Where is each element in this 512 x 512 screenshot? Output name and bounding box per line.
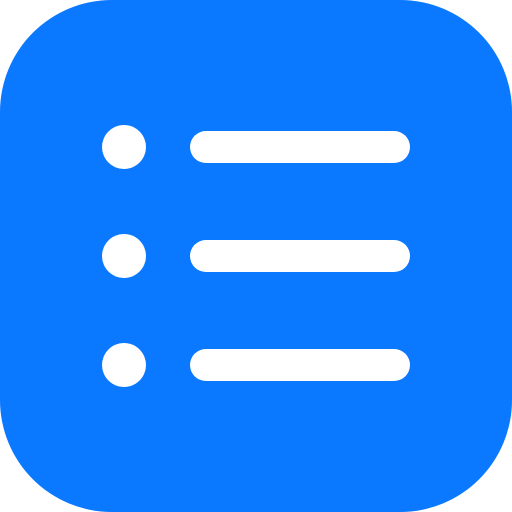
list-bullet-icon — [0, 0, 512, 512]
bullet-icon — [102, 343, 146, 387]
list-line — [190, 131, 410, 163]
list-row — [0, 125, 512, 169]
list-row — [0, 343, 512, 387]
list-line — [190, 349, 410, 381]
bullet-icon — [102, 234, 146, 278]
list-line — [190, 240, 410, 272]
bullet-icon — [102, 125, 146, 169]
list-row — [0, 234, 512, 278]
